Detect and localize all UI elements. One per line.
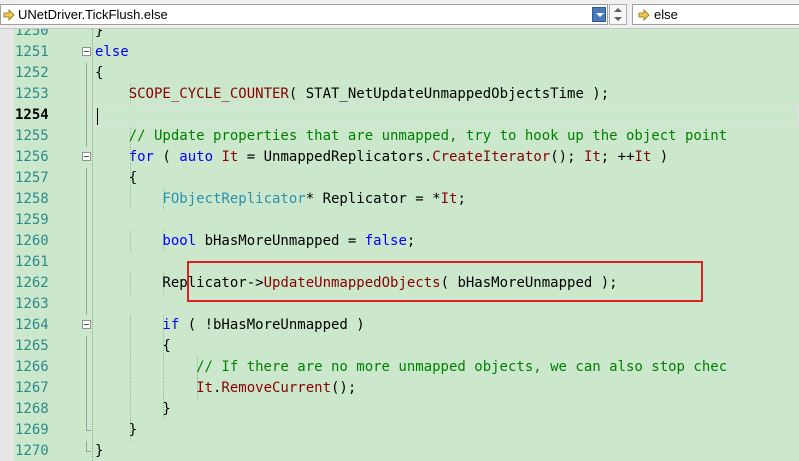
code-text[interactable]: for ( auto It = UnmappedReplicators.Crea… [61, 147, 669, 168]
code-line[interactable]: 1251 else [0, 42, 799, 63]
code-text[interactable]: // Update properties that are unmapped, … [61, 126, 727, 147]
code-text[interactable]: bool bHasMoreUnmapped = false; [61, 231, 415, 252]
line-number: 1260 [15, 233, 49, 249]
line-number: 1270 [15, 443, 49, 459]
line-number: 1254 [15, 107, 49, 123]
code-text[interactable]: SCOPE_CYCLE_COUNTER( STAT_NetUpdateUnmap… [61, 84, 609, 105]
line-number: 1262 [15, 275, 49, 291]
line-number: 1252 [15, 65, 49, 81]
fold-guide-line [86, 210, 87, 231]
split-editor-button[interactable] [609, 4, 627, 25]
code-line[interactable]: 1268 } [0, 399, 799, 420]
fold-guide-line [86, 252, 87, 273]
code-line[interactable]: 1256 for ( auto It = UnmappedReplicators… [0, 147, 799, 168]
code-line[interactable]: 1265 { [0, 336, 799, 357]
line-number: 1265 [15, 338, 49, 354]
code-line[interactable]: 1260 bool bHasMoreUnmapped = false; [0, 231, 799, 252]
navigate-arrow-icon [3, 9, 15, 21]
code-line[interactable]: 1269 } [0, 420, 799, 441]
line-number: 1257 [15, 170, 49, 186]
code-text[interactable]: { [61, 168, 137, 189]
line-number: 1258 [15, 191, 49, 207]
code-text[interactable]: } [61, 441, 103, 461]
arrow-up-icon [614, 8, 622, 12]
code-line[interactable]: 1270 } [0, 441, 799, 461]
member-dropdown[interactable]: else [632, 4, 799, 25]
code-text[interactable]: } [61, 420, 137, 441]
text-caret [97, 108, 98, 125]
code-line[interactable]: 1267 It.RemoveCurrent(); [0, 378, 799, 399]
line-number: 1263 [15, 296, 49, 312]
code-line[interactable]: 1254 [0, 105, 799, 126]
code-editor[interactable]: 1250 } 1251 else 1252 {1253 SCOPE_CYCLE_CO… [0, 29, 799, 461]
line-number: 1267 [15, 380, 49, 396]
code-line[interactable]: 1264 if ( !bHasMoreUnmapped ) [0, 315, 799, 336]
code-line[interactable]: 1253 SCOPE_CYCLE_COUNTER( STAT_NetUpdate… [0, 84, 799, 105]
chevron-down-icon[interactable] [592, 7, 606, 22]
code-text[interactable]: } [61, 29, 103, 42]
line-number: 1259 [15, 212, 49, 228]
code-text[interactable]: } [61, 399, 170, 420]
line-number: 1269 [15, 422, 49, 438]
code-line[interactable]: 1250 } [0, 29, 799, 42]
code-text[interactable]: else [61, 42, 129, 63]
code-line[interactable]: 1257 { [0, 168, 799, 189]
member-dropdown-value: else [654, 7, 678, 22]
navigation-bar: UNetDriver.TickFlush.else else [0, 0, 799, 29]
scope-dropdown-value: UNetDriver.TickFlush.else [18, 7, 168, 22]
code-lines: 1250 } 1251 else 1252 {1253 SCOPE_CYCLE_CO… [0, 29, 799, 461]
line-number: 1264 [15, 317, 49, 333]
navigate-arrow-icon [638, 9, 650, 21]
line-number: 1261 [15, 254, 49, 270]
code-line[interactable]: 1266 // If there are no more unmapped ob… [0, 357, 799, 378]
highlight-annotation-box [187, 261, 703, 302]
line-number: 1256 [15, 149, 49, 165]
code-text[interactable]: // If there are no more unmapped objects… [61, 357, 727, 378]
code-text[interactable]: FObjectReplicator* Replicator = *It; [61, 189, 465, 210]
code-text[interactable]: { [61, 63, 103, 84]
line-number: 1255 [15, 128, 49, 144]
line-number: 1251 [15, 44, 49, 60]
line-number: 1266 [15, 359, 49, 375]
line-number: 1268 [15, 401, 49, 417]
code-line[interactable]: 1252 { [0, 63, 799, 84]
fold-guide-line [86, 294, 87, 315]
code-text[interactable]: if ( !bHasMoreUnmapped ) [61, 315, 364, 336]
scope-dropdown[interactable]: UNetDriver.TickFlush.else [0, 4, 608, 25]
current-line-highlight [94, 105, 799, 126]
fold-guide-line [86, 105, 87, 126]
arrow-down-icon [614, 17, 622, 21]
line-number: 1250 [15, 29, 49, 39]
code-text[interactable]: { [61, 336, 170, 357]
code-text[interactable]: It.RemoveCurrent(); [61, 378, 356, 399]
code-line[interactable]: 1255 // Update properties that are unmap… [0, 126, 799, 147]
code-line[interactable]: 1258 FObjectReplicator* Replicator = *It… [0, 189, 799, 210]
line-number: 1253 [15, 86, 49, 102]
code-line[interactable]: 1259 [0, 210, 799, 231]
